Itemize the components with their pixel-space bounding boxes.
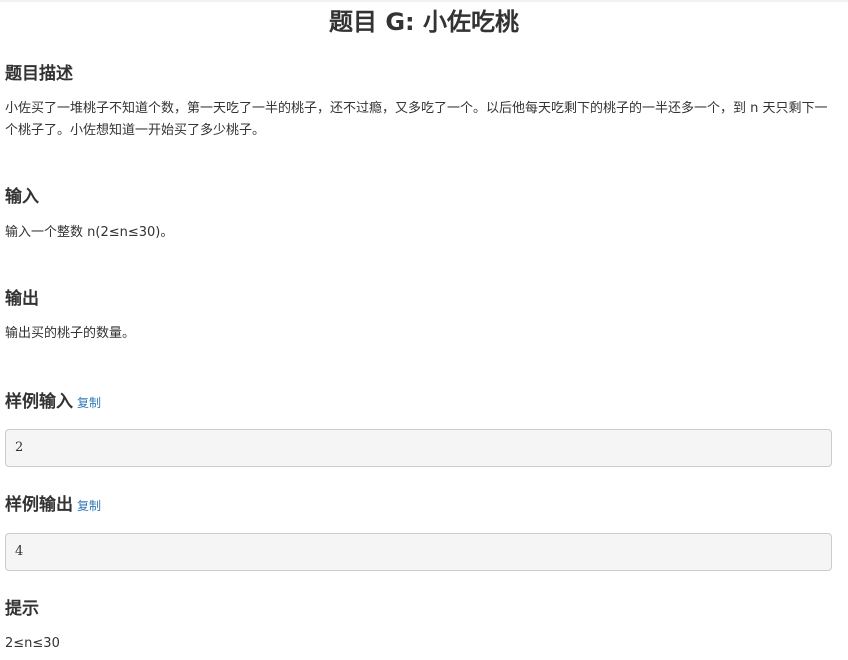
output-heading: 输出 [5, 289, 39, 309]
sample-output-value: 4 [15, 544, 24, 559]
hint-text: 2≤n≤30 [5, 636, 60, 651]
description-text: 小佐买了一堆桃子不知道个数，第一天吃了一半的桃子，还不过瘾，又多吃了一个。以后他… [5, 101, 828, 138]
description-heading: 题目描述 [5, 64, 73, 84]
copy-sample-output-link[interactable]: 复制 [77, 499, 101, 513]
sample-output-heading: 样例输出 复制 [5, 493, 101, 518]
sample-input-heading-label: 样例输入 [5, 392, 73, 412]
sample-input-value: 2 [15, 440, 24, 455]
top-divider [0, 0, 848, 2]
hint-heading: 提示 [5, 599, 39, 619]
sample-input-heading: 样例输入 复制 [5, 390, 101, 415]
sample-output-box[interactable]: 4 [5, 533, 832, 571]
sample-input-box[interactable]: 2 [5, 429, 832, 467]
output-text: 输出买的桃子的数量。 [5, 326, 136, 341]
input-heading: 输入 [5, 187, 39, 207]
page-title: 题目 G: 小佐吃桃 [328, 8, 519, 36]
sample-output-heading-label: 样例输出 [5, 495, 73, 515]
copy-sample-input-link[interactable]: 复制 [77, 396, 101, 410]
input-text: 输入一个整数 n(2≤n≤30)。 [5, 225, 174, 240]
